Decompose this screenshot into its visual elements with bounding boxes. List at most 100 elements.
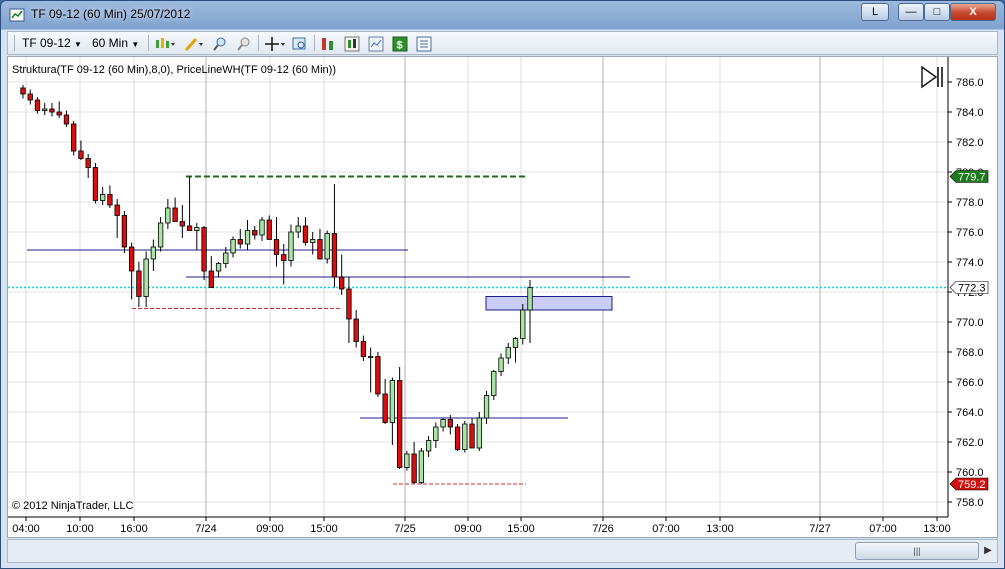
candle-body (396, 380, 403, 468)
last-price-marker-text: 772.3 (958, 283, 986, 295)
link-button[interactable]: L (861, 3, 889, 21)
candle-body (71, 123, 77, 152)
y-tick-label: 764.0 (956, 407, 984, 419)
candle-body (520, 309, 526, 339)
x-tick-label: 09:00 (454, 523, 482, 535)
y-tick-label: 778.0 (956, 197, 984, 209)
candle-body (433, 426, 439, 441)
candle-body (498, 357, 504, 372)
candle-body (172, 207, 178, 222)
zoom-in-icon[interactable] (212, 36, 228, 52)
panel-toggle-icon[interactable] (921, 65, 943, 89)
drawing-tool-icon[interactable] (184, 36, 206, 52)
candle-body (237, 239, 243, 245)
chart-window: TF 09-12 (60 Min) 25/07/2012 L — □ X TF … (0, 0, 1005, 569)
title-bar[interactable]: TF 09-12 (60 Min) 25/07/2012 L — □ X (1, 1, 1004, 29)
candles (20, 85, 533, 484)
last-price-marker: 772.3 (949, 281, 989, 295)
candle-body (49, 108, 55, 113)
scroll-right-icon[interactable]: ▶ (980, 542, 996, 560)
y-tick-label: 766.0 (956, 377, 984, 389)
candle-body (310, 239, 316, 243)
candle-body (339, 276, 345, 290)
y-tick-label: 774.0 (956, 257, 984, 269)
data-box-icon[interactable] (292, 36, 308, 52)
candle-body (476, 417, 482, 449)
toolbar-grip (14, 35, 15, 51)
properties-icon[interactable] (416, 36, 432, 52)
minimize-button[interactable]: — (898, 3, 924, 21)
candle-body (100, 194, 106, 201)
interval-selector[interactable]: 60 Min ▼ (92, 35, 139, 51)
candle-body (34, 99, 41, 111)
chevron-down-icon: ▼ (74, 40, 82, 49)
zoom-out-icon[interactable] (236, 36, 252, 52)
candle-body (295, 225, 301, 233)
candle-body (259, 219, 265, 236)
low-price-marker: 759.2 (949, 477, 989, 491)
candle-body (447, 419, 453, 428)
close-button[interactable]: X (950, 3, 996, 21)
chevron-down-icon: ▼ (131, 40, 140, 49)
candle-body (281, 254, 287, 261)
copyright-text: © 2012 NinjaTrader, LLC (12, 500, 133, 512)
y-tick-label: 758.0 (956, 497, 984, 509)
x-tick-label: 13:00 (923, 523, 951, 535)
crosshair-icon[interactable] (264, 36, 286, 52)
dollar-icon[interactable]: $ (392, 36, 408, 52)
candle-body (425, 440, 432, 452)
indicator-label: Struktura(TF 09-12 (60 Min),8,0), PriceL… (12, 64, 336, 76)
maximize-button[interactable]: □ (924, 3, 950, 21)
supply-zone (485, 296, 613, 311)
indicators-icon[interactable] (344, 36, 360, 52)
toolbar-separator (148, 35, 149, 51)
candle-body (107, 194, 113, 206)
candle-body (143, 258, 149, 297)
candle-body (360, 341, 367, 357)
candlestick-chart[interactable]: 786.0784.0782.0780.0778.0776.0774.0772.0… (8, 57, 997, 537)
horizontal-scrollbar[interactable]: ||| ▶ (7, 539, 998, 563)
interval-label: 60 Min (92, 36, 129, 50)
scrollbar-thumb[interactable]: ||| (855, 542, 979, 560)
candle-body (483, 395, 490, 419)
window-title: TF 09-12 (60 Min) 25/07/2012 (31, 7, 191, 21)
y-tick-label: 770.0 (956, 317, 984, 329)
candle-body (462, 423, 468, 450)
candle-body (63, 114, 70, 125)
candle-body (223, 252, 229, 264)
y-tick-label: 768.0 (956, 347, 984, 359)
candle-body (491, 371, 497, 396)
chart-trader-icon[interactable] (368, 36, 384, 52)
candle-body (346, 288, 352, 320)
x-tick-label: 15:00 (507, 523, 535, 535)
candle-body (194, 227, 200, 231)
candle-body (244, 230, 251, 245)
candle-body (165, 207, 171, 224)
candle-body (454, 426, 461, 450)
candle-body (128, 246, 135, 272)
x-tick-label: 04:00 (12, 523, 40, 535)
x-tick-label: 7/27 (809, 523, 830, 535)
candle-body (353, 318, 359, 342)
candle-body (527, 287, 533, 311)
candle-body (252, 230, 258, 236)
candle-body (92, 167, 99, 201)
chart-app-icon (9, 8, 25, 22)
chart-toolbar: TF 09-12 ▼ 60 Min ▼ $ (7, 31, 998, 55)
x-tick-label: 15:00 (310, 523, 338, 535)
candle-body (78, 150, 84, 159)
candle-body (288, 231, 294, 261)
instrument-selector[interactable]: TF 09-12 ▼ (22, 35, 82, 51)
x-tick-label: 7/24 (195, 523, 216, 535)
candle-body (20, 87, 26, 95)
y-tick-label: 762.0 (956, 437, 984, 449)
candle-body (302, 225, 309, 243)
bar-style-icon[interactable] (154, 36, 176, 52)
strategies-icon[interactable] (320, 36, 336, 52)
candle-body (114, 204, 120, 216)
x-tick-label: 16:00 (120, 523, 148, 535)
low-price-marker-text: 759.2 (958, 479, 986, 491)
candle-body (404, 453, 410, 468)
candle-body (201, 227, 207, 272)
price-chart-panel[interactable]: 786.0784.0782.0780.0778.0776.0774.0772.0… (7, 56, 998, 538)
